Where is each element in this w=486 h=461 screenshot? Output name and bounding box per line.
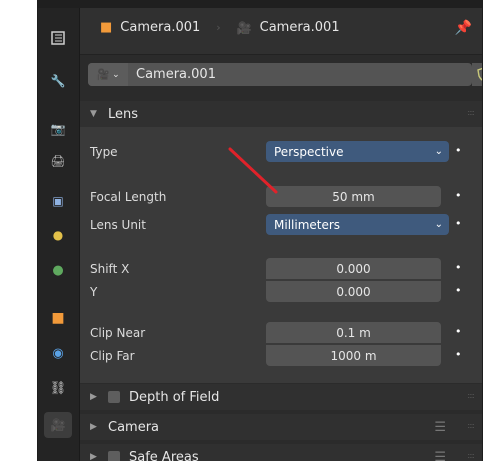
focal-length-field[interactable]: 50 mm [266,186,441,207]
fake-user-button[interactable] [472,63,482,86]
breadcrumb: ■ Camera.001 › 🎥 Camera.001 [100,20,340,35]
tab-tool[interactable]: 🔧 [44,68,72,94]
datablock-name-field[interactable]: Camera.001 [128,67,216,82]
panel-header-camera[interactable]: ▶ Camera ☰ :::: [80,414,482,440]
constraints-icon: ⛓ [49,380,67,396]
type-label: Type [90,145,118,159]
shield-icon [477,67,482,81]
focal-length-label: Focal Length [90,190,167,204]
render-icon: 📷 [50,122,66,136]
breadcrumb-object: Camera.001 [120,20,201,35]
breadcrumb-camera-data: Camera.001 [259,20,340,35]
camera-datablock-selector: 🎥 ⌄ Camera.001 [88,63,472,86]
animate-property-icon[interactable]: • [455,144,462,157]
scene-icon: ● [52,228,64,242]
tab-constraints[interactable]: ⛓ [44,375,72,401]
animate-property-icon[interactable]: • [455,284,462,297]
tool-icon: 🔧 [50,74,66,88]
tab-camera-data[interactable]: 🎥 [44,412,72,438]
animate-property-icon[interactable]: • [455,348,462,361]
tab-world[interactable]: ● [44,257,72,283]
tab-render[interactable]: 📷 [44,116,72,142]
panel-grip-icon[interactable]: :::: [467,451,475,460]
safe-areas-checkbox[interactable] [108,451,120,461]
animate-property-icon[interactable]: • [455,189,462,202]
animate-property-icon[interactable]: • [455,261,462,274]
clip-far-field[interactable]: 1000 m [266,345,441,366]
properties-content: ■ Camera.001 › 🎥 Camera.001 📌 🎥 ⌄ Camera… [80,8,482,461]
presets-list-icon[interactable]: ☰ [434,420,446,435]
panel-expanded-icon: ▼ [90,109,97,119]
object-icon: ■ [51,310,65,326]
pin-icon[interactable]: 📌 [455,20,472,36]
clip-far-label: Clip Far [90,349,135,363]
breadcrumb-separator: › [216,21,221,34]
shift-y-label: Y [90,285,98,299]
panel-collapsed-icon: ▶ [90,452,97,461]
type-dropdown[interactable]: Perspective ⌄ [266,141,449,162]
tab-view-layer[interactable]: ▣ [44,188,72,214]
panel-title-safe-areas: Safe Areas [129,449,199,461]
editor-type-button[interactable] [44,25,72,51]
lens-unit-dropdown[interactable]: Millimeters ⌄ [266,214,449,235]
physics-icon: ◉ [52,345,64,361]
animate-property-icon[interactable]: • [455,217,462,230]
panel-header-depth-of-field[interactable]: ▶ Depth of Field :::: [80,384,482,410]
panel-title-camera: Camera [108,419,160,435]
tab-physics[interactable]: ◉ [44,340,72,366]
panel-header-safe-areas[interactable]: ▶ Safe Areas ☰ :::: [80,444,482,461]
tab-scene[interactable]: ● [44,222,72,248]
tab-object[interactable]: ■ [44,305,72,331]
editor-type-icon [51,31,65,45]
panel-grip-icon[interactable]: :::: [467,391,475,400]
panel-collapsed-icon: ▶ [90,392,97,402]
shift-x-field[interactable]: 0.000 [266,258,441,279]
panel-grip-icon[interactable]: :::: [467,421,475,430]
properties-editor: 🔧 📷 🖨 ▣ ● ● ■ ◉ ⛓ 🎥 ■ Camera.001 › 🎥 Cam… [37,0,483,461]
object-icon: ■ [100,20,113,35]
presets-list-icon[interactable]: ☰ [434,450,446,461]
type-value: Perspective [274,144,344,159]
datablock-browse-button[interactable]: 🎥 ⌄ [88,63,128,86]
depth-of-field-checkbox[interactable] [108,391,120,403]
panel-title-depth-of-field: Depth of Field [129,389,220,405]
chevron-down-icon: ⌄ [112,69,120,80]
clip-near-field[interactable]: 0.1 m [266,322,441,343]
properties-tab-bar: 🔧 📷 🖨 ▣ ● ● ■ ◉ ⛓ 🎥 [38,8,80,461]
lens-unit-value: Millimeters [274,217,341,232]
camera-data-icon: 🎥 [96,68,111,81]
panel-collapsed-icon: ▶ [90,422,97,432]
shift-x-label: Shift X [90,262,130,276]
camera-data-icon: 🎥 [236,20,252,35]
panel-title-lens: Lens [108,106,139,122]
tab-output[interactable]: 🖨 [44,148,72,174]
animate-property-icon[interactable]: • [455,325,462,338]
chevron-down-icon: ⌄ [434,146,443,157]
panel-header-lens[interactable]: ▼ Lens :::: [80,101,482,127]
camera-data-icon: 🎥 [50,418,66,432]
lens-unit-label: Lens Unit [90,218,146,232]
panel-grip-icon[interactable]: :::: [467,108,475,117]
chevron-down-icon: ⌄ [434,219,443,230]
output-icon: 🖨 [50,154,66,168]
shift-y-field[interactable]: 0.000 [266,281,441,302]
view-layer-icon: ▣ [52,194,64,208]
properties-header: ■ Camera.001 › 🎥 Camera.001 📌 [80,8,482,55]
lens-panel-body: Type Perspective ⌄ • Focal Length 50 mm … [80,127,482,383]
top-edge [38,0,482,8]
world-icon: ● [52,262,64,278]
clip-near-label: Clip Near [90,326,146,340]
